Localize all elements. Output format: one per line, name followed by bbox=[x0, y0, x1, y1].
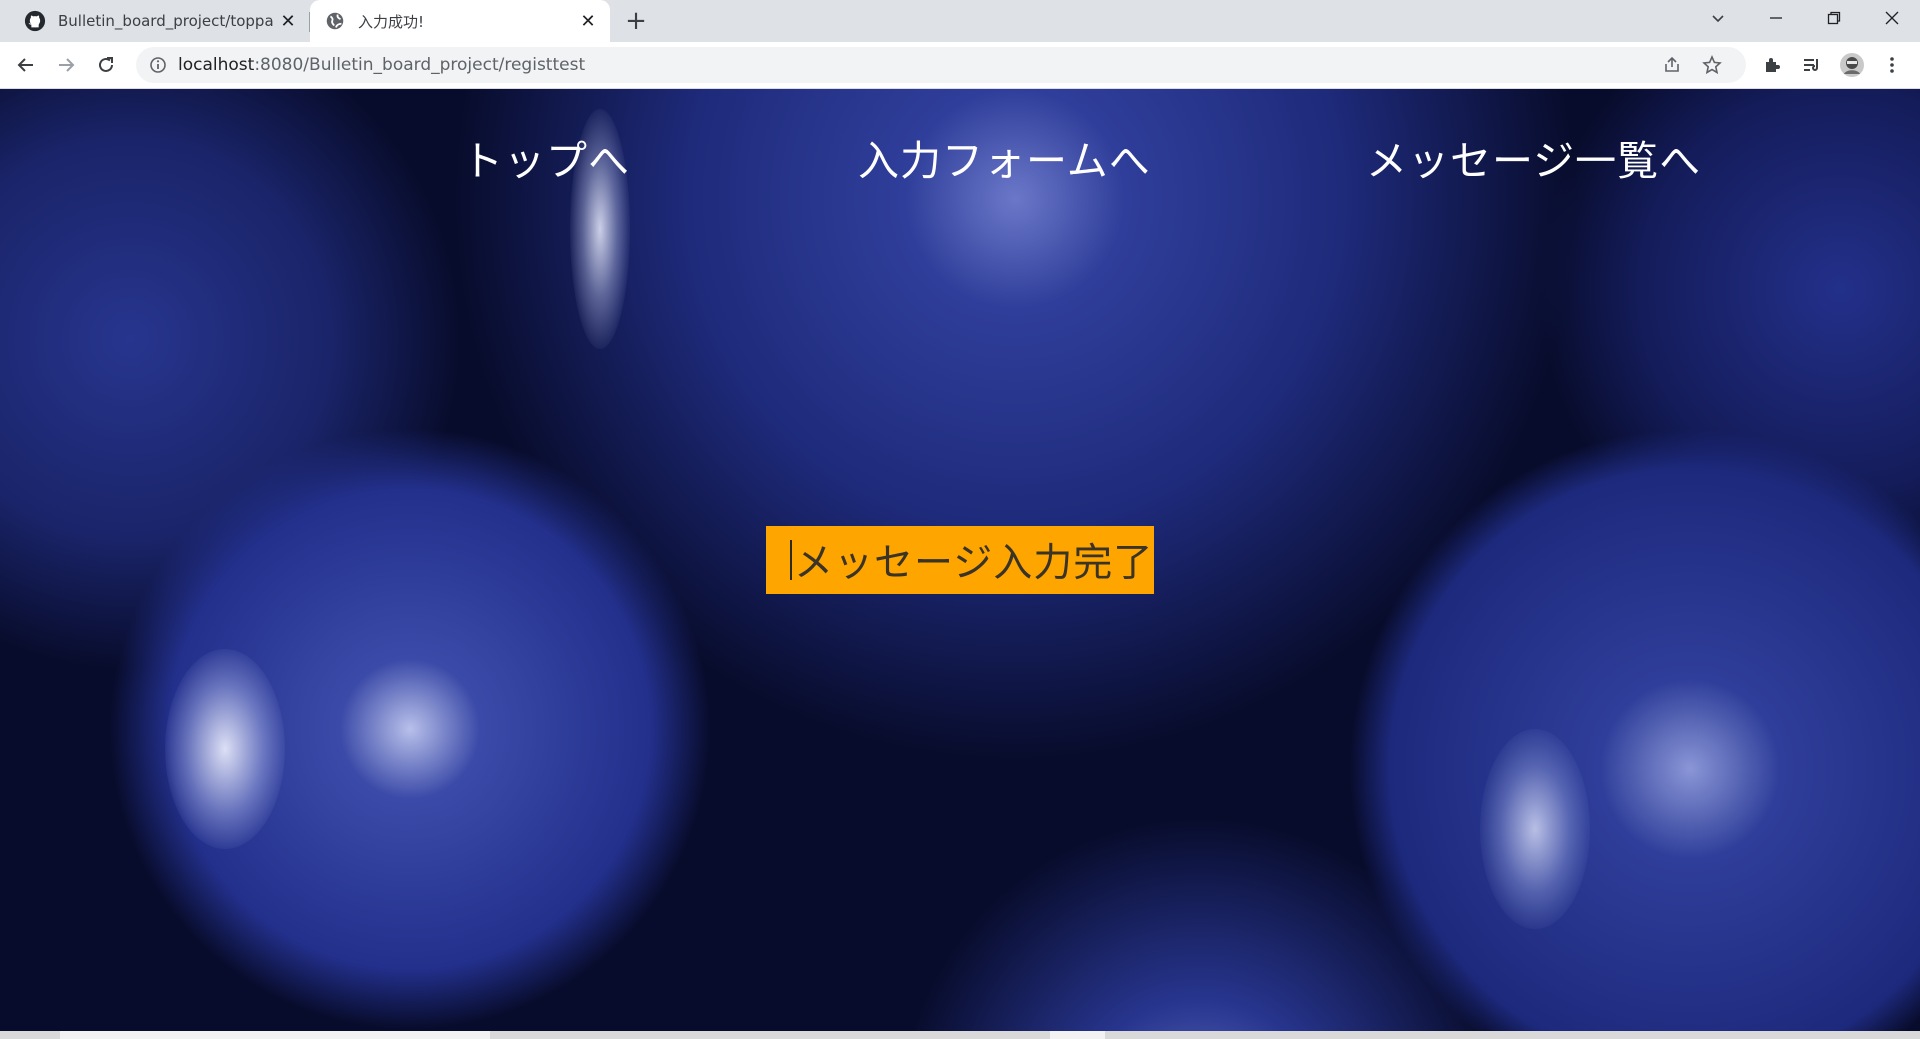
tab-title: Bulletin_board_project/toppage.j bbox=[58, 12, 274, 30]
minimize-icon[interactable] bbox=[1748, 0, 1804, 36]
message-complete-box: メッセージ入力完了 bbox=[766, 526, 1154, 594]
text-caret bbox=[790, 540, 792, 580]
nav-link-message-list[interactable]: メッセージ一覧へ bbox=[1366, 127, 1701, 187]
taskbar-segment bbox=[60, 1031, 490, 1039]
menu-kebab-icon[interactable] bbox=[1876, 49, 1908, 81]
page-background: トップへ 入力フォームへ メッセージ一覧へ メッセージ入力完了 bbox=[0, 89, 1920, 1031]
restore-icon[interactable] bbox=[1806, 0, 1862, 36]
url-text: localhost:8080/Bulletin_board_project/re… bbox=[178, 47, 585, 83]
profile-avatar[interactable] bbox=[1836, 49, 1868, 81]
sphere-highlight bbox=[1480, 729, 1590, 929]
extensions-icon[interactable] bbox=[1756, 49, 1788, 81]
url-path: :8080/Bulletin_board_project/registtest bbox=[254, 55, 586, 75]
browser-toolbar: localhost:8080/Bulletin_board_project/re… bbox=[0, 42, 1920, 89]
nav-link-input-form[interactable]: 入力フォームへ bbox=[858, 127, 1151, 187]
close-tab-icon[interactable]: ✕ bbox=[574, 11, 602, 32]
info-icon[interactable] bbox=[149, 56, 167, 74]
taskbar-segment bbox=[1050, 1031, 1105, 1039]
browser-tab-strip: Bulletin_board_project/toppage.j ✕ 入力成功!… bbox=[0, 0, 1920, 42]
forward-arrow-icon[interactable] bbox=[50, 49, 82, 81]
tab-title: 入力成功! bbox=[358, 12, 425, 31]
address-bar[interactable]: localhost:8080/Bulletin_board_project/re… bbox=[136, 47, 1746, 83]
nav-link-top[interactable]: トップへ bbox=[462, 127, 630, 187]
close-window-icon[interactable] bbox=[1864, 0, 1920, 36]
url-host: localhost bbox=[178, 55, 255, 75]
tab-search-icon[interactable] bbox=[1690, 0, 1746, 36]
github-icon bbox=[24, 10, 46, 32]
browser-tab-github[interactable]: Bulletin_board_project/toppage.j ✕ bbox=[10, 0, 310, 42]
browser-tab-active[interactable]: 入力成功! ✕ bbox=[310, 0, 610, 42]
new-tab-button[interactable]: + bbox=[620, 6, 652, 38]
taskbar-strip bbox=[0, 1031, 1920, 1039]
media-control-icon[interactable] bbox=[1796, 49, 1828, 81]
share-icon[interactable] bbox=[1656, 49, 1688, 81]
back-arrow-icon[interactable] bbox=[10, 49, 42, 81]
close-tab-icon[interactable]: ✕ bbox=[274, 11, 302, 32]
sphere-highlight bbox=[165, 649, 285, 849]
message-complete-text: メッセージ入力完了 bbox=[794, 541, 1154, 586]
globe-icon bbox=[326, 12, 344, 30]
bookmark-star-icon[interactable] bbox=[1696, 49, 1728, 81]
reload-icon[interactable] bbox=[90, 49, 122, 81]
